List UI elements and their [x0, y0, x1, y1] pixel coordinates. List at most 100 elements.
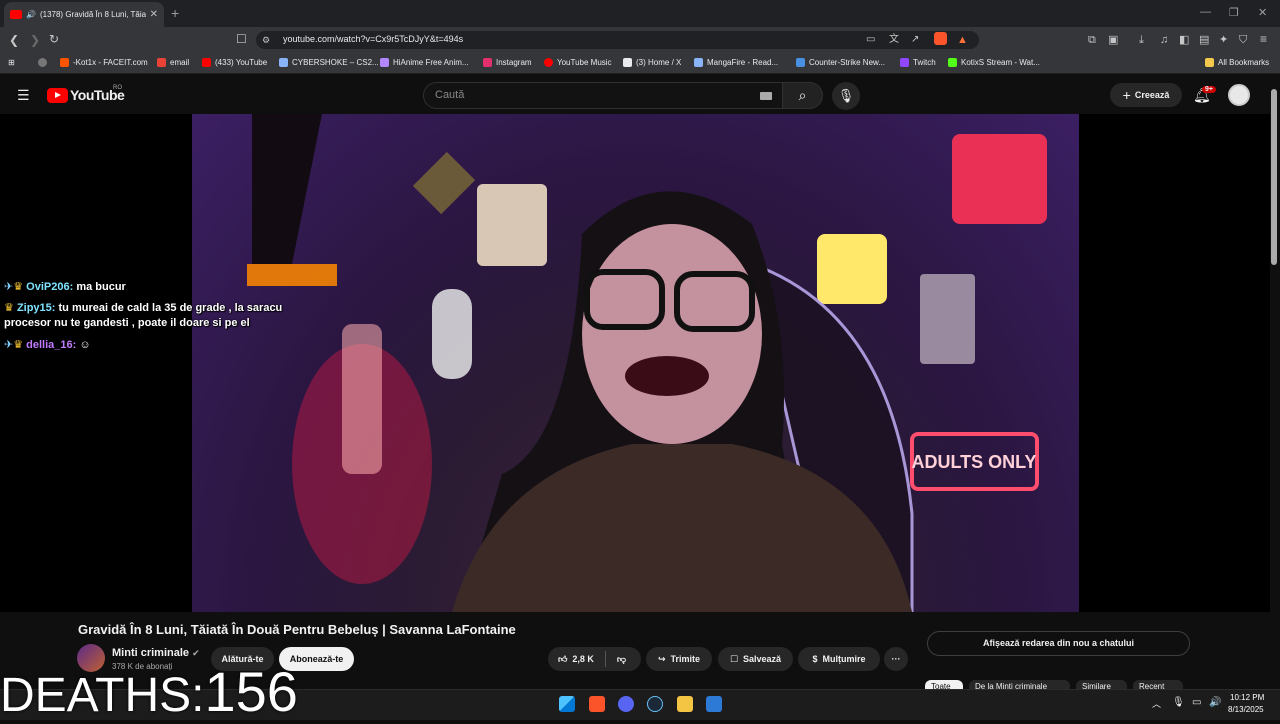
save-button[interactable]: ☐ Salvează	[718, 647, 793, 671]
menu-icon[interactable]: ≡	[1260, 31, 1267, 47]
cast-icon[interactable]: ▭	[866, 32, 875, 48]
deaths-label: DEATHS:	[0, 669, 205, 722]
bookmark-item[interactable]: (3) Home / X	[623, 58, 681, 67]
search-button[interactable]: ⌕	[782, 82, 823, 109]
speaker-icon[interactable]: 🔊	[26, 10, 36, 19]
new-tab-button[interactable]: +	[171, 5, 179, 21]
extensions-icon[interactable]: ⧉	[1088, 32, 1096, 48]
forward-icon[interactable]: ❯	[30, 32, 40, 48]
bookmark-item[interactable]: Instagram	[483, 58, 532, 67]
dislike-icon[interactable]: 👎︎	[617, 654, 626, 665]
show-chat-replay-button[interactable]: Afișează redarea din nou a chatului	[927, 631, 1190, 656]
emote-icon: ☺	[79, 339, 91, 351]
clock-time[interactable]: 10:12 PM	[1230, 693, 1264, 702]
page-scrollbar[interactable]	[1271, 89, 1277, 265]
brave-browser-icon[interactable]	[589, 696, 605, 712]
back-icon[interactable]: ❮	[9, 32, 19, 48]
youtube-logo-icon[interactable]	[47, 88, 68, 103]
media-icon[interactable]: ♫	[1160, 32, 1168, 48]
file-explorer-icon[interactable]	[677, 696, 693, 712]
download-icon[interactable]: ⤓	[1139, 32, 1144, 48]
vpn-icon[interactable]: ⛉	[1239, 32, 1247, 48]
volume-icon[interactable]: 🔊	[1209, 697, 1221, 708]
windows-start-icon[interactable]	[559, 696, 575, 712]
share-icon[interactable]: ↗	[911, 32, 919, 48]
microphone-tray-icon[interactable]: 🎙	[1172, 697, 1185, 708]
url-text[interactable]: youtube.com/watch?v=Cx9r5TcDJyY&t=494s	[283, 34, 463, 44]
apps-icon[interactable]: ⊞	[8, 58, 15, 67]
bookmark-item[interactable]: YouTube Music	[544, 58, 612, 67]
video-scene: ADULTS ONLY	[247, 114, 1047, 612]
chat-message: ✈♛ dellia_16: ☺	[4, 339, 91, 351]
bookmark-item[interactable]: HiAnime Free Anim...	[380, 58, 469, 67]
tab-close-icon[interactable]: ✕	[150, 9, 158, 20]
bookmark-item[interactable]: (433) YouTube	[202, 58, 267, 67]
bookmark-item[interactable]: -Kot1x - FACEIT.com	[60, 58, 148, 67]
bookmark-item[interactable]: Twitch	[900, 58, 936, 67]
steam-icon[interactable]	[647, 696, 663, 712]
like-icon[interactable]: 👍︎	[558, 654, 567, 665]
discord-icon[interactable]	[618, 696, 634, 712]
sidebar-toggle-icon[interactable]: ◧	[1179, 32, 1189, 48]
verified-icon: ✔	[192, 648, 200, 658]
minimize-icon[interactable]: —	[1200, 6, 1211, 18]
cybershoke-icon	[279, 58, 288, 67]
divider	[604, 651, 606, 667]
app-window-icon[interactable]	[706, 696, 722, 712]
bookmark-item[interactable]: CYBERSHOKE – CS2...	[279, 58, 379, 67]
network-icon[interactable]: ▭	[1192, 697, 1201, 708]
site-info-icon[interactable]: ⚙	[262, 32, 270, 48]
search-placeholder: Caută	[435, 89, 465, 101]
channel-name[interactable]: Minti criminale ✔	[112, 647, 200, 659]
keyboard-icon[interactable]	[760, 92, 772, 100]
kick-icon	[948, 58, 957, 67]
translate-icon[interactable]: 文	[889, 32, 899, 48]
thanks-button[interactable]: $ Mulțumire	[798, 647, 880, 671]
bookmark-item[interactable]: KotixS Stream - Wat...	[948, 58, 1040, 67]
wallet-icon[interactable]: ▤	[1199, 32, 1209, 48]
youtube-icon	[202, 58, 211, 67]
bookmark-brave-icon[interactable]	[38, 58, 51, 67]
account-avatar[interactable]	[1228, 84, 1250, 106]
like-count[interactable]: 2,8 K	[572, 654, 594, 664]
notifications-badge: 9+	[1202, 86, 1216, 93]
video-frame[interactable]: ADULTS ONLY	[192, 114, 1079, 612]
bookmarks-bar: ⊞ -Kot1x - FACEIT.com email (433) YouTub…	[0, 53, 1280, 74]
hamburger-menu-icon[interactable]: ☰	[17, 87, 30, 104]
tray-chevron-icon[interactable]: ︿	[1152, 697, 1161, 710]
browser-tab-active[interactable]: 🔊 (1378) Gravidă În 8 Luni, Tăiat ✕	[4, 2, 164, 27]
restore-icon[interactable]: ❐	[1229, 6, 1239, 19]
video-title: Gravidă În 8 Luni, Tăiată În Două Pentru…	[78, 622, 516, 637]
screenshot-icon[interactable]: ▣	[1108, 32, 1118, 48]
gmail-icon	[157, 58, 166, 67]
ghostface-mask-shape	[432, 289, 472, 379]
clock-date[interactable]: 8/13/2025	[1228, 705, 1264, 714]
clown-box-shape	[952, 134, 1047, 224]
create-button[interactable]: + Creează	[1110, 83, 1182, 107]
bookmark-item[interactable]: Counter-Strike New...	[796, 58, 885, 67]
hianime-icon	[380, 58, 389, 67]
brave-shield-icon[interactable]	[934, 32, 947, 45]
voice-search-icon[interactable]: 🎙	[832, 82, 860, 110]
silver-play-button-shape	[920, 274, 975, 364]
search-input[interactable]: Caută	[423, 82, 787, 109]
face-shape	[582, 224, 762, 444]
reload-icon[interactable]: ↻	[49, 31, 59, 47]
dark-panel-shape	[252, 114, 322, 264]
leo-ai-icon[interactable]: ✦	[1219, 32, 1228, 48]
all-bookmarks[interactable]: All Bookmarks	[1205, 58, 1269, 67]
badge-icon: ✈	[4, 339, 14, 351]
counter-strike-icon	[796, 58, 805, 67]
share-arrow-icon: ↪	[657, 653, 666, 664]
youtube-favicon-icon	[10, 10, 22, 19]
bookmark-item[interactable]: MangaFire - Read...	[694, 58, 778, 67]
bookmark-item[interactable]: email	[157, 58, 189, 67]
deaths-counter: DEATHS:156	[0, 664, 298, 724]
more-actions-button[interactable]: ···	[884, 647, 908, 671]
chat-message: ✈♛ OviP206: ma bucur	[4, 281, 126, 293]
window-close-icon[interactable]: ✕	[1258, 6, 1267, 19]
orange-lights-shape	[247, 264, 337, 286]
brave-rewards-icon[interactable]: ▲	[957, 32, 968, 48]
share-button[interactable]: ↪ Trimite	[646, 647, 712, 671]
bookmark-page-icon[interactable]: ☐	[236, 31, 247, 47]
